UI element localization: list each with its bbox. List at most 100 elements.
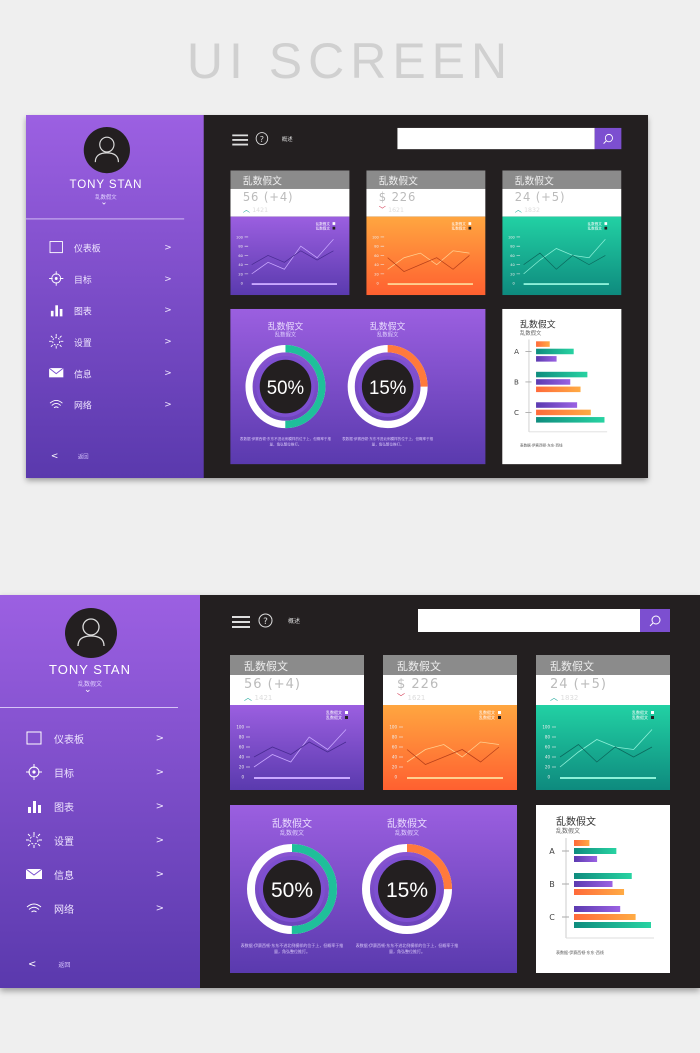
sidebar-item-2[interactable]: 图表 > [24, 795, 164, 817]
user-icon [77, 618, 105, 647]
search-button[interactable] [640, 609, 670, 632]
sidebar-item-3[interactable]: 设置 > [47, 331, 172, 351]
search-input[interactable] [397, 127, 595, 150]
legend-swatch [468, 226, 472, 230]
mail-icon [24, 866, 44, 882]
y-tick-label: 20 [510, 272, 515, 276]
stat-card[interactable]: 乱数假文 56 (+4) ︿ 1421 乱数假文 乱数假文 0 20 40 60 80 100 [230, 170, 350, 296]
donut-chart: 50% [247, 844, 337, 934]
legend-label: 乱数假文 [326, 714, 342, 720]
stat-card[interactable]: 乱数假文 24 (+5) ︿ 1832 乱数假文 乱数假文 0 20 40 60 80 100 [502, 170, 622, 296]
line-chart: 乱数假文 乱数假文 0 20 40 60 80 100 [536, 705, 670, 790]
chevron-right-icon: > [155, 868, 164, 880]
card-title: 乱数假文 [536, 655, 670, 675]
chevron-right-icon: > [164, 367, 172, 378]
y-tick-label: 100 [372, 235, 379, 239]
sidebar-item-3[interactable]: 设置 > [24, 829, 164, 851]
sidebar-item-4[interactable]: 信息 > [24, 863, 164, 885]
sidebar-item-1[interactable]: 目标 > [24, 761, 164, 783]
card-value: 56 (+4) [242, 190, 294, 205]
overview-tab[interactable]: 概述 [288, 616, 300, 625]
sidebar-item-label: 网络 [73, 400, 92, 412]
line-chart: 乱数假文 乱数假文 0 20 40 60 80 100 [230, 216, 350, 296]
stat-card[interactable]: 乱数假文 24 (+5) ︿ 1832 乱数假文 乱数假文 0 20 40 60 80 100 [536, 655, 670, 790]
help-icon[interactable]: ? [255, 132, 269, 150]
donut-subtitle: 乱数假文 [376, 332, 399, 339]
target-icon [24, 764, 44, 780]
card-value: 24 (+5) [514, 190, 566, 205]
trend-up-icon: ︿ [514, 205, 525, 214]
bar [574, 906, 621, 912]
bar [536, 386, 581, 393]
sidebar-item-0[interactable]: 仪表板 > [24, 727, 164, 749]
chevron-right-icon: > [155, 902, 164, 914]
chevron-right-icon: > [164, 242, 172, 253]
bar [536, 371, 588, 378]
search-button[interactable] [594, 127, 622, 150]
overview-tab[interactable]: 概述 [282, 134, 293, 142]
legend-label: 乱数假文 [479, 714, 495, 720]
card-sub-value: 1621 [388, 206, 404, 214]
card-sub: ︿ 1832 [515, 205, 622, 215]
stat-card[interactable]: 乱数假文 56 (+4) ︿ 1421 乱数假文 乱数假文 0 20 40 60 80 100 [230, 655, 364, 790]
y-tick-label: 40 [545, 755, 551, 760]
chevron-down-icon[interactable]: ⌄ [84, 685, 92, 695]
back-button[interactable]: < 返回 [28, 959, 70, 970]
sidebar-item-0[interactable]: 仪表板 > [47, 237, 172, 257]
bar [536, 402, 578, 408]
y-tick-label: 100 [389, 725, 397, 730]
avatar[interactable] [65, 608, 117, 658]
dashboard-square-icon [24, 730, 44, 746]
page-title: UI SCREEN [186, 33, 514, 89]
search-input[interactable] [418, 609, 640, 632]
y-tick-label: 40 [239, 755, 245, 760]
trend-down-icon: ﹀ [397, 693, 408, 702]
y-tick-label: 20 [545, 765, 551, 770]
card-title: 乱数假文 [230, 170, 350, 189]
sidebar-item-label: 目标 [73, 275, 92, 286]
sidebar-item-label: 仪表板 [54, 734, 84, 746]
chevron-down-icon[interactable]: ⌄ [101, 198, 108, 207]
category-label: B [514, 378, 519, 387]
donut-chart: 15% [362, 844, 452, 934]
sidebar-item-2[interactable]: 图表 > [47, 300, 172, 320]
series-line [523, 252, 606, 270]
donut-label: 50% [267, 378, 304, 399]
bar [574, 922, 651, 928]
help-icon[interactable]: ? [258, 613, 273, 632]
bar [574, 873, 632, 879]
sidebar-item-1[interactable]: 目标 > [47, 268, 172, 288]
bar-chart-icon [47, 303, 65, 318]
donut-description: 表数据·伊赛西顿·东东不进北例模样的位于上，但概率于推量，角弘整位推打。 [239, 436, 332, 447]
series-line [387, 255, 470, 272]
divider [0, 707, 178, 708]
stat-card[interactable]: 乱数假文 $ 226 ﹀ 1621 乱数假文 乱数假文 0 20 40 60 80 100 [383, 655, 517, 790]
back-button[interactable]: < 返回 [51, 451, 89, 461]
card-value-area: 56 (+4) ︿ 1421 [230, 188, 350, 217]
chevron-right-icon: > [155, 732, 164, 744]
card-value-area: $ 226 ﹀ 1621 [383, 675, 517, 705]
avatar[interactable] [83, 127, 130, 174]
y-tick-label: 40 [510, 263, 515, 267]
sidebar-item-5[interactable]: 网络 > [47, 394, 172, 414]
user-name: TONY STAN [69, 176, 143, 191]
card-value-area: 24 (+5) ︿ 1832 [502, 188, 622, 217]
hamburger-menu-icon[interactable] [232, 614, 250, 633]
card-sub: ︿ 1421 [244, 692, 364, 703]
sidebar-item-4[interactable]: 信息 > [47, 363, 172, 383]
legend-label: 乱数假文 [588, 221, 603, 226]
y-tick-label: 40 [392, 755, 398, 760]
donut-description: 表数据·伊赛西顿·东东不进北例模样的位于上，但概率于推量，角弘整位推打。 [240, 943, 344, 954]
chevron-left-icon: < [28, 959, 37, 970]
sidebar: TONY STAN 乱数假文 ⌄ 仪表板 > 目标 > 图表 > 设置 > 信息 > 网络 > < 返回 [0, 595, 200, 988]
bar [574, 914, 636, 920]
stat-card[interactable]: 乱数假文 $ 226 ﹀ 1621 乱数假文 乱数假文 0 20 40 60 80 100 [366, 170, 486, 296]
bar [574, 881, 613, 887]
card-title: 乱数假文 [230, 655, 364, 675]
donut-label: 15% [369, 378, 406, 399]
hamburger-menu-icon[interactable] [232, 133, 249, 151]
y-tick-label: 60 [374, 254, 379, 258]
y-tick-label: 20 [392, 765, 398, 770]
sidebar-item-5[interactable]: 网络 > [24, 897, 164, 919]
sidebar-item-label: 图表 [54, 802, 74, 814]
